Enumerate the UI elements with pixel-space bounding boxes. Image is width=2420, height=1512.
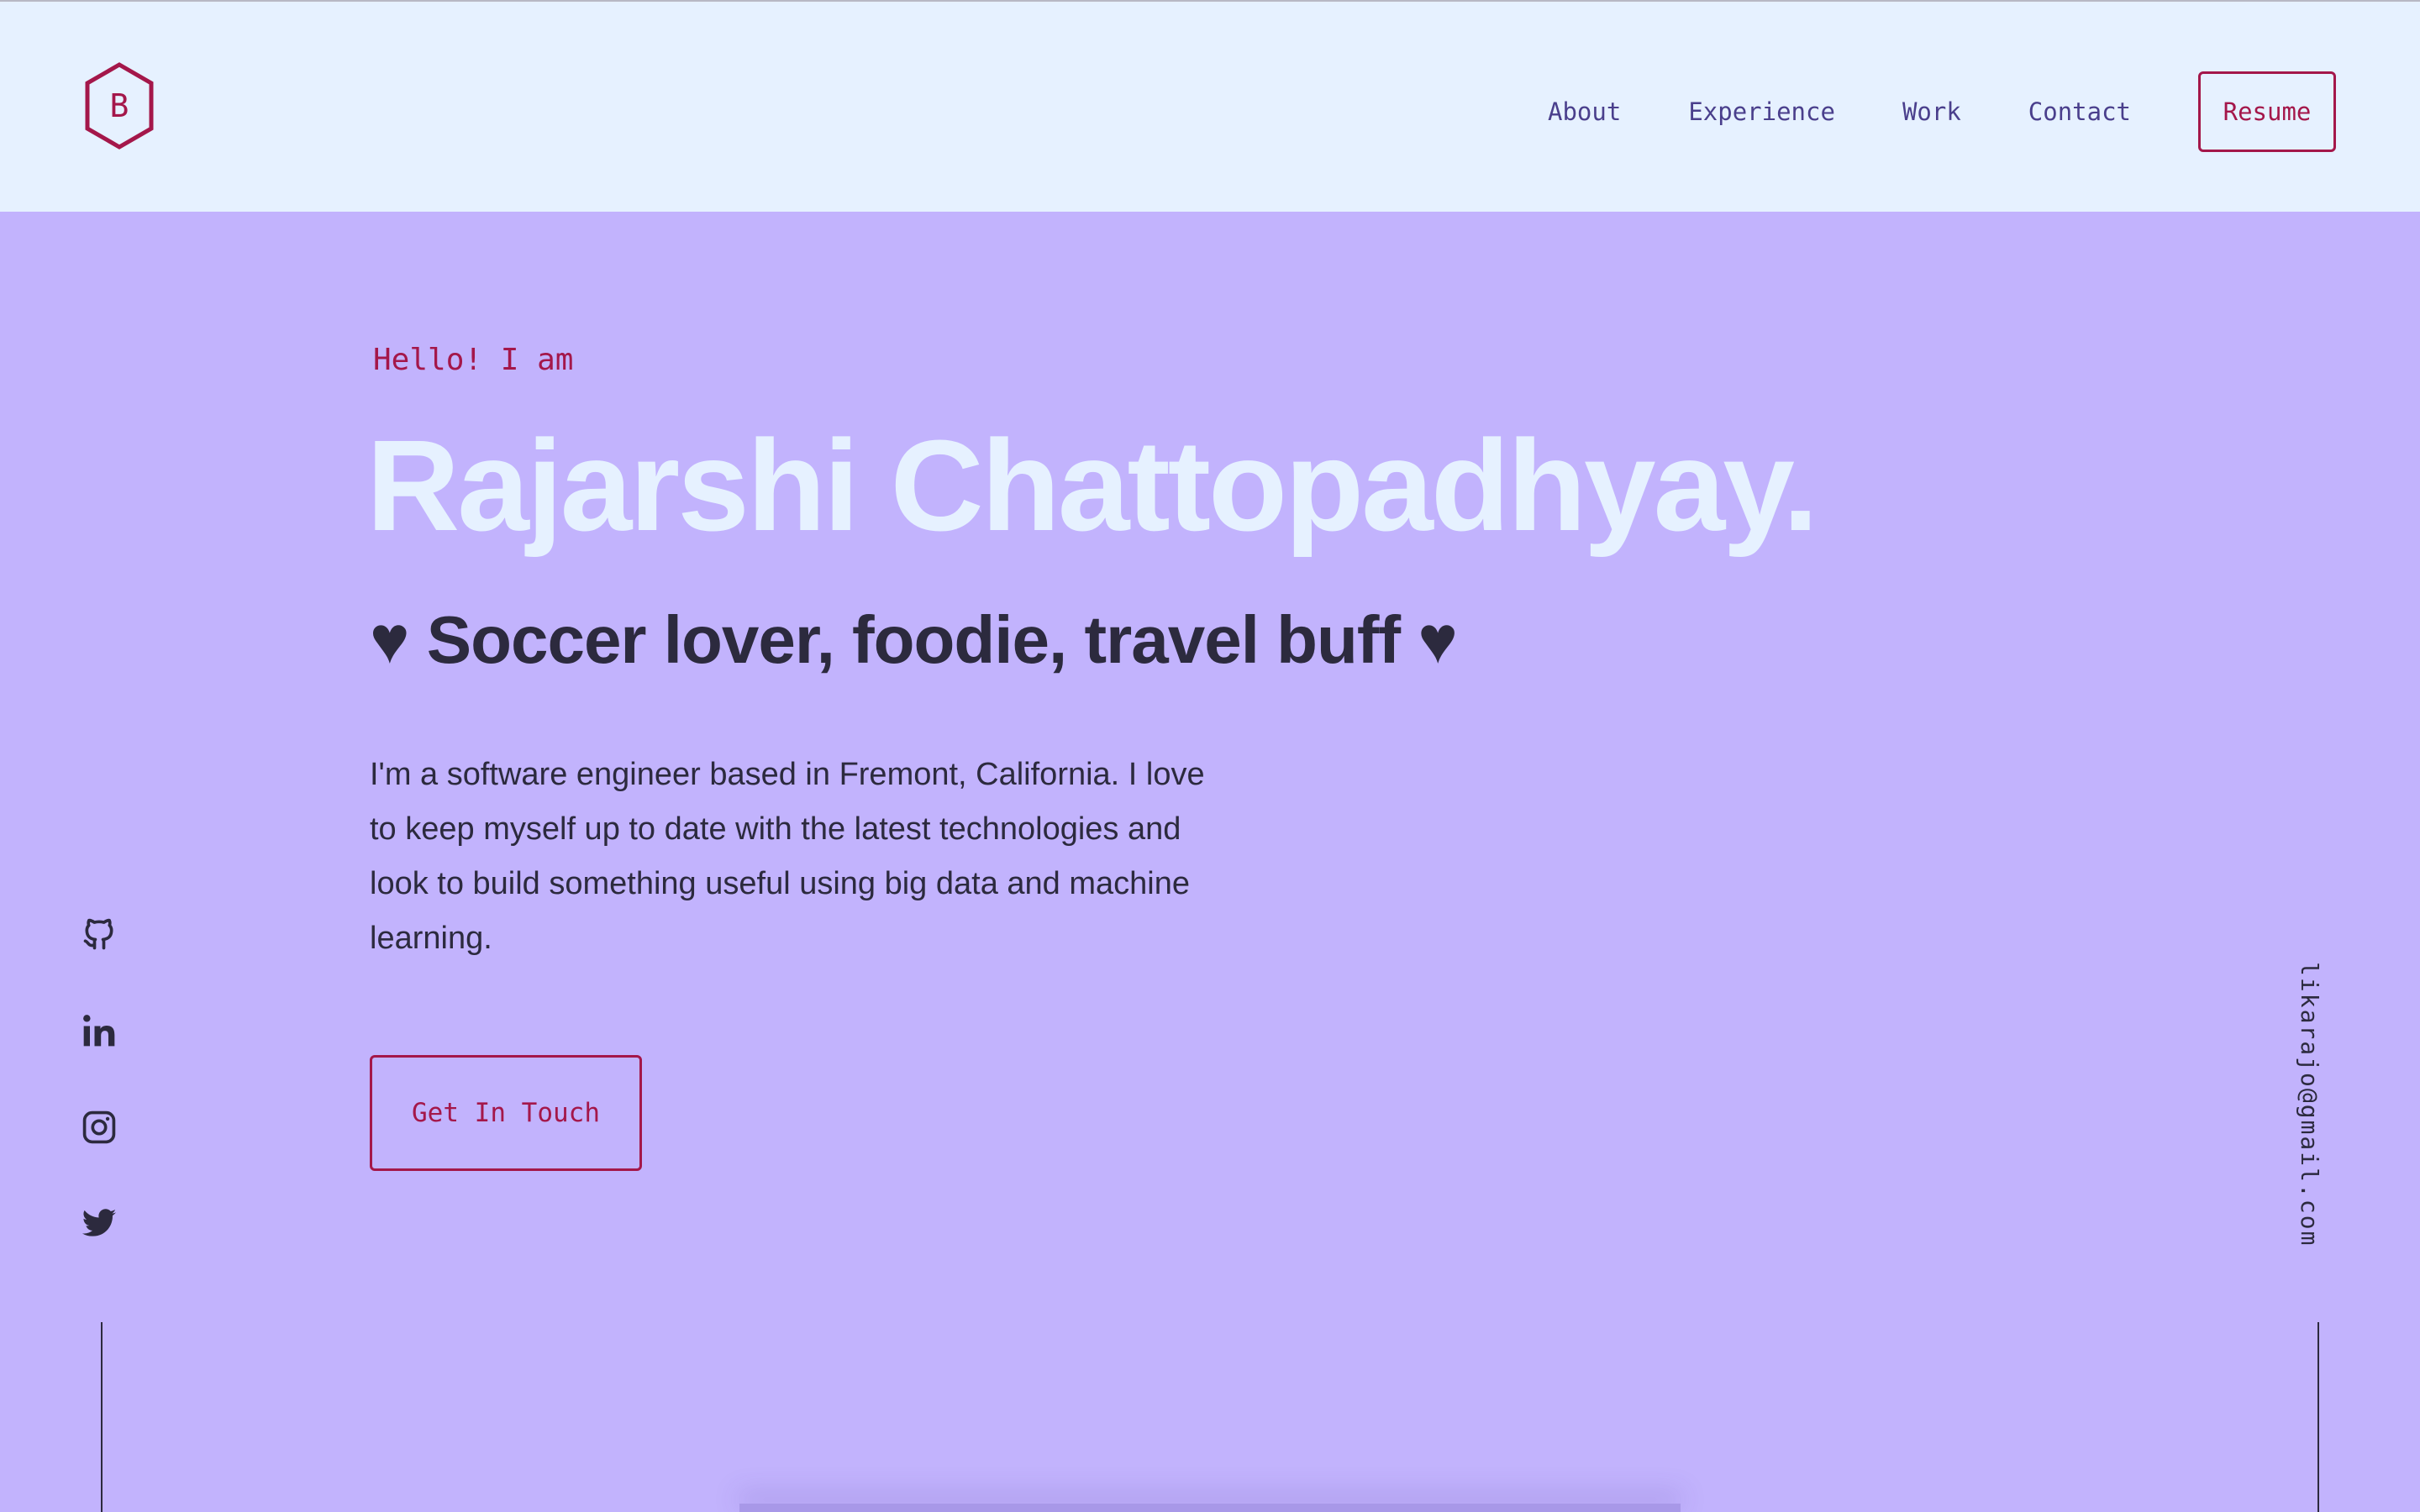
- next-section-edge: [739, 1504, 1681, 1512]
- github-icon[interactable]: [81, 916, 118, 953]
- linkedin-icon[interactable]: [81, 1012, 118, 1049]
- email-link[interactable]: likarajo@gmail.com: [2296, 962, 2323, 1247]
- hero-bio: I'm a software engineer based in Fremont…: [370, 757, 1205, 956]
- hero-tagline: ♥ Soccer lover, foodie, travel buff ♥: [370, 602, 1458, 677]
- twitter-icon[interactable]: [81, 1205, 118, 1242]
- get-in-touch-button[interactable]: Get In Touch: [370, 1055, 642, 1171]
- hero-greeting: Hello! I am: [373, 343, 574, 377]
- site-header: B About Experience Work Contact Resume: [0, 2, 2420, 212]
- nav-link-experience[interactable]: Experience: [1688, 97, 1835, 126]
- logo[interactable]: B: [84, 62, 155, 150]
- left-vertical-line: [101, 1322, 103, 1512]
- right-vertical-line: [2317, 1322, 2319, 1512]
- nav-link-work[interactable]: Work: [1902, 97, 1961, 126]
- social-links: [81, 916, 121, 1302]
- hero-name: Rajarshi Chattopadhyay.: [366, 413, 1818, 558]
- nav-link-about[interactable]: About: [1548, 97, 1621, 126]
- resume-button[interactable]: Resume: [2198, 71, 2336, 152]
- instagram-icon[interactable]: [81, 1109, 118, 1146]
- logo-letter: B: [109, 87, 129, 124]
- nav-link-contact[interactable]: Contact: [2028, 97, 2131, 126]
- main-nav: About Experience Work Contact Resume: [1548, 71, 2336, 152]
